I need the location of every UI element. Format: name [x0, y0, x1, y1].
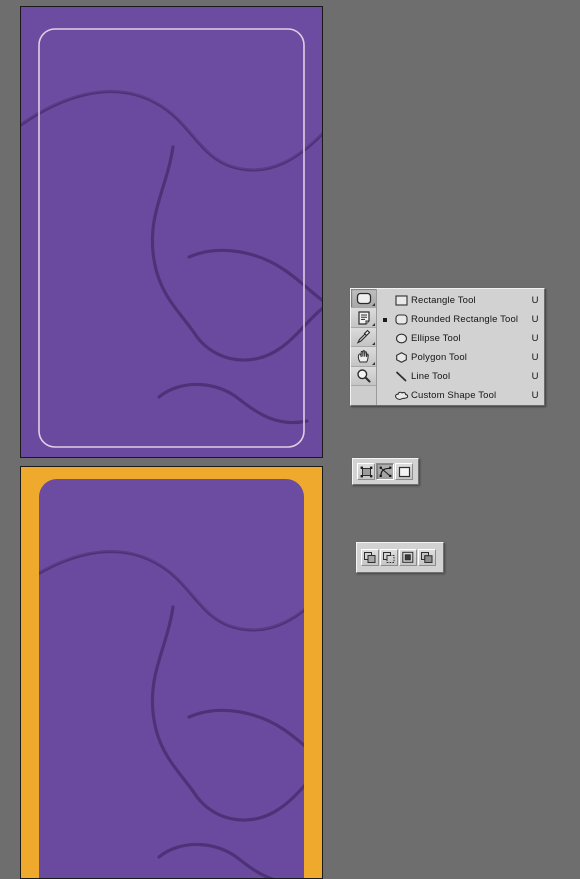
subtract-from-shape-area-button[interactable] — [380, 549, 398, 566]
menu-item-label: Rectangle Tool — [411, 295, 476, 306]
photoshop-workspace: Rectangle Tool U Rounded Rectangle Tool … — [0, 0, 580, 879]
eyedropper-icon — [356, 329, 371, 345]
menu-item-polygon-tool[interactable]: Polygon Tool U — [377, 348, 544, 367]
menu-item-shortcut: U — [531, 295, 539, 306]
rectangle-icon — [391, 295, 411, 306]
notes-icon — [357, 310, 371, 325]
exclude-overlapping-areas-button[interactable] — [418, 549, 436, 566]
menu-item-label: Line Tool — [411, 371, 451, 382]
toolbar-notes-tool[interactable] — [351, 308, 376, 328]
menu-item-rounded-rectangle-tool[interactable]: Rounded Rectangle Tool U — [377, 310, 544, 329]
flyout-corner-marker — [372, 342, 375, 346]
menu-item-rectangle-tool[interactable]: Rectangle Tool U — [377, 291, 544, 310]
flyout-corner-marker — [372, 303, 375, 307]
fill-pixels-icon — [398, 466, 411, 478]
path-operations-option-bar[interactable] — [356, 542, 444, 573]
subtract-shape-icon — [382, 551, 396, 564]
intersect-shape-icon — [401, 551, 415, 564]
shape-layers-button[interactable] — [357, 463, 375, 480]
menu-item-label: Polygon Tool — [411, 352, 468, 363]
menu-item-custom-shape-tool[interactable]: Custom Shape Tool U — [377, 386, 544, 405]
add-shape-icon — [363, 551, 377, 564]
path-icon — [379, 466, 392, 478]
toolbar-rounded-rectangle-tool[interactable] — [351, 289, 376, 309]
toolbar-hand-tool[interactable] — [351, 347, 376, 367]
toolbar-zoom-tool[interactable] — [351, 366, 376, 386]
shape-layer-icon — [360, 466, 373, 478]
menu-item-shortcut: U — [531, 390, 539, 401]
menu-item-label: Rounded Rectangle Tool — [411, 314, 519, 325]
toolbar-column — [351, 289, 377, 405]
hand-icon — [356, 349, 371, 364]
shape-mode-option-bar[interactable] — [352, 458, 419, 485]
menu-item-shortcut: U — [531, 371, 539, 382]
custom-shape-icon — [391, 390, 411, 401]
menu-item-shortcut: U — [531, 314, 539, 325]
polygon-icon — [391, 352, 411, 363]
flyout-corner-marker — [372, 322, 375, 326]
bottom-document-window[interactable] — [20, 466, 323, 879]
line-icon — [391, 371, 411, 382]
rounded-rectangle-icon — [356, 292, 372, 305]
shape-tool-menu-list: Rectangle Tool U Rounded Rectangle Tool … — [377, 289, 544, 405]
rounded-rectangle-icon — [391, 314, 411, 325]
menu-item-label: Custom Shape Tool — [411, 390, 497, 401]
menu-item-shortcut: U — [531, 352, 539, 363]
menu-item-ellipse-tool[interactable]: Ellipse Tool U — [377, 329, 544, 348]
top-document-artwork — [21, 7, 322, 457]
top-document-window[interactable] — [20, 6, 323, 458]
ellipse-icon — [391, 333, 411, 344]
toolbar-eyedropper-tool[interactable] — [351, 327, 376, 348]
paths-button[interactable] — [376, 463, 394, 480]
menu-item-label: Ellipse Tool — [411, 333, 461, 344]
fill-pixels-button[interactable] — [395, 463, 413, 480]
menu-item-shortcut: U — [531, 333, 539, 344]
flyout-corner-marker — [372, 361, 375, 365]
shape-tool-flyout-menu[interactable]: Rectangle Tool U Rounded Rectangle Tool … — [350, 288, 545, 406]
bottom-document-artwork — [21, 467, 322, 878]
exclude-shape-icon — [420, 551, 434, 564]
intersect-shape-areas-button[interactable] — [399, 549, 417, 566]
magnifier-icon — [356, 368, 371, 383]
add-to-shape-area-button[interactable] — [361, 549, 379, 566]
selection-bullet — [379, 317, 391, 322]
menu-item-line-tool[interactable]: Line Tool U — [377, 367, 544, 386]
